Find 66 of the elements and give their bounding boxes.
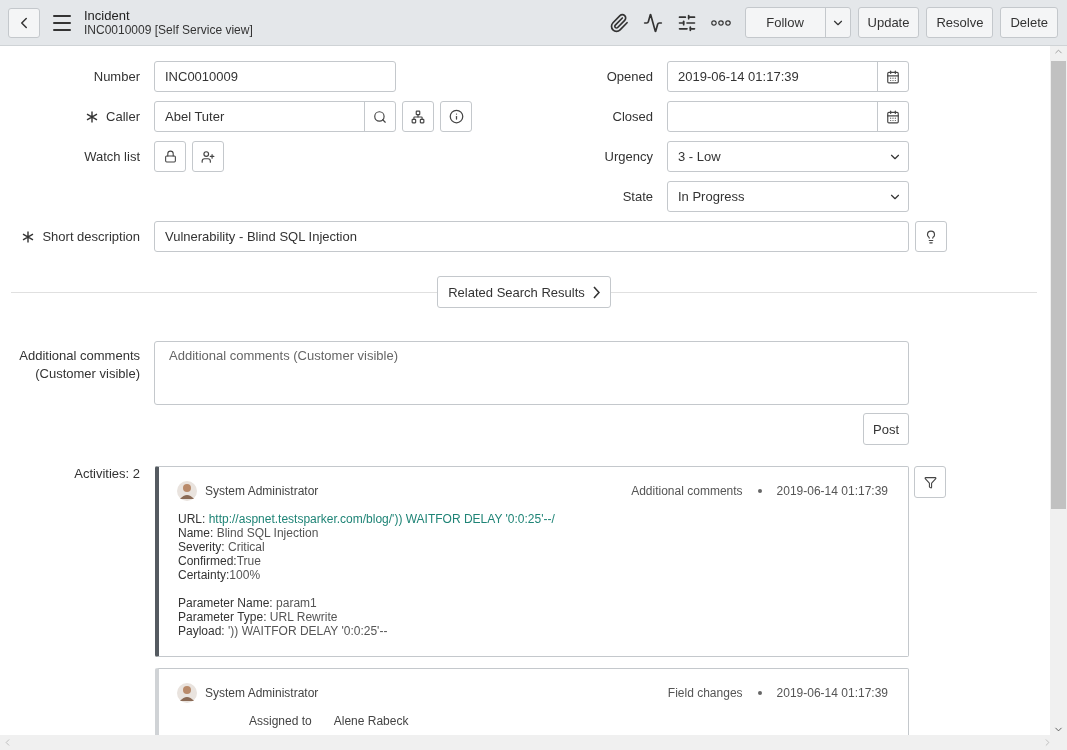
- detail-line: Parameter Type: URL Rewrite: [178, 610, 339, 624]
- field-label: Closed: [612, 109, 653, 124]
- activity-icon[interactable]: [642, 12, 663, 33]
- detail-line: Payload: ')) WAITFOR DELAY '0:0:25'--: [178, 624, 389, 638]
- date-field[interactable]: 2019-06-14 01:17:39: [667, 61, 909, 92]
- activity-time: 2019-06-14 01:17:39: [776, 686, 888, 700]
- hierarchy-icon: [411, 109, 425, 124]
- detail-line: Name: Blind SQL Injection: [178, 526, 320, 540]
- calendar-icon[interactable]: [886, 109, 900, 124]
- separator-dot-icon: [757, 691, 762, 695]
- calendar-icon[interactable]: [886, 69, 900, 84]
- sliders-icon[interactable]: [676, 12, 697, 33]
- lightbulb-button[interactable]: [915, 221, 947, 252]
- filter-button[interactable]: [914, 466, 946, 498]
- field-label: Number: [93, 69, 140, 84]
- activity-type: Additional comments: [631, 484, 743, 498]
- avatar-icon: [177, 682, 197, 704]
- field-label: Caller: [106, 109, 140, 124]
- related-search-button[interactable]: Related Search Results: [437, 276, 611, 308]
- record-subtitle: INC0010009 [Self Service view]: [84, 22, 253, 37]
- field-label: Short description: [42, 229, 140, 244]
- comments-field[interactable]: Additional comments (Customer visible): [154, 341, 909, 405]
- separator-dot-icon: [757, 489, 762, 493]
- window-title: Incident: [84, 8, 131, 23]
- lightbulb-icon: [924, 229, 938, 244]
- more-icon[interactable]: [710, 19, 731, 26]
- activity-type: Field changes: [667, 686, 743, 700]
- add-user-button[interactable]: [192, 141, 224, 172]
- lock-icon: [163, 150, 177, 163]
- hierarchy-button[interactable]: [402, 101, 434, 132]
- field-label: Urgency: [604, 149, 653, 164]
- field-label: Opened: [606, 69, 653, 84]
- field-label: Additional comments (Customer visible): [18, 347, 140, 383]
- detail-line: Parameter Name: param1: [178, 596, 318, 610]
- detail-line: Confirmed:True: [178, 554, 262, 568]
- field-label: Watch list: [84, 149, 140, 164]
- required-icon: [22, 230, 35, 243]
- field-label: State: [622, 189, 653, 204]
- avatar-icon: [177, 480, 197, 502]
- change-field: Assigned to: [249, 714, 312, 728]
- search-icon[interactable]: [373, 109, 387, 124]
- detail-line: Severity: Critical: [178, 540, 266, 554]
- lock-button[interactable]: [154, 141, 186, 172]
- text-field[interactable]: Vulnerability - Blind SQL Injection: [154, 221, 909, 252]
- filter-icon: [923, 475, 937, 489]
- author-name: System Administrator: [205, 686, 319, 700]
- select-field[interactable]: 3 - Low: [667, 141, 909, 172]
- detail-line: URL: http://aspnet.testsparker.com/blog/')) WAITFOR DELAY '0:0:25'--/: [178, 512, 556, 526]
- post-button[interactable]: Post: [863, 413, 909, 445]
- header-button[interactable]: Update: [857, 7, 920, 38]
- header-button[interactable]: Resolve: [926, 7, 994, 38]
- header-button[interactable]: Delete: [1000, 7, 1058, 38]
- add-user-icon: [201, 149, 215, 164]
- paperclip-icon[interactable]: [608, 12, 629, 33]
- info-icon: [448, 109, 464, 124]
- activity-time: 2019-06-14 01:17:39: [776, 484, 888, 498]
- author-name: System Administrator: [205, 484, 319, 498]
- required-icon: [86, 110, 99, 123]
- activities-label: Activities: 2: [74, 466, 140, 481]
- info-button[interactable]: [440, 101, 472, 132]
- detail-line: Certainty:100%: [178, 568, 262, 582]
- text-field[interactable]: INC0010009: [154, 61, 396, 92]
- change-value: Alene Rabeck: [333, 714, 409, 728]
- chevron-right-icon: [592, 285, 600, 299]
- select-field[interactable]: In Progress: [667, 181, 909, 212]
- reference-field[interactable]: Abel Tuter: [154, 101, 396, 132]
